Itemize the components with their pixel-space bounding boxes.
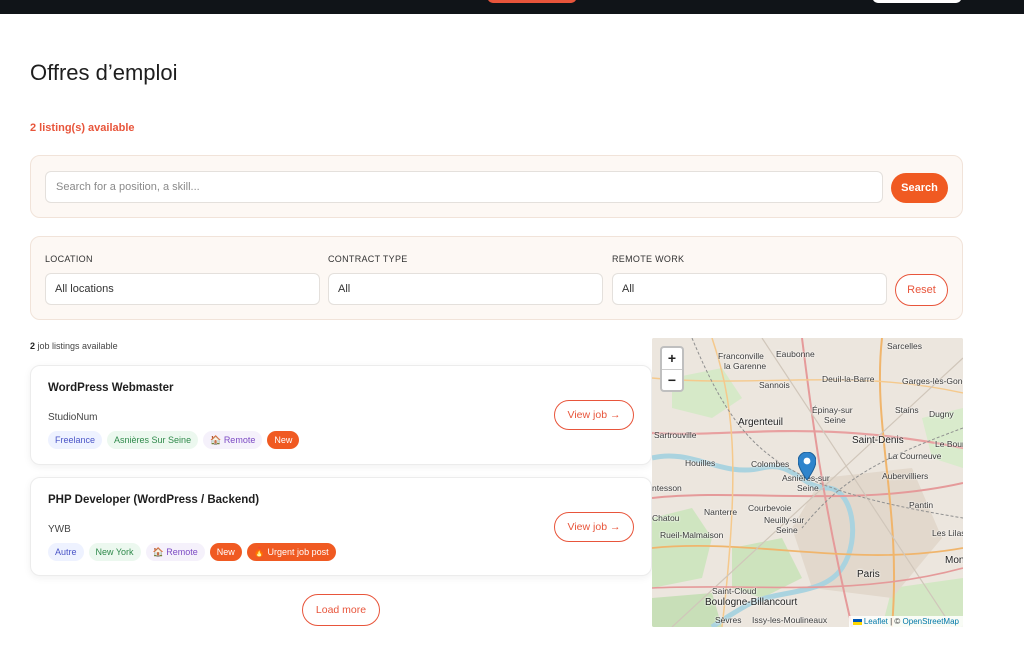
place-label: Dugny [929, 409, 954, 419]
place-label: Stains [895, 405, 919, 415]
job-count: 2 job listings available [30, 341, 118, 351]
remote-work-select[interactable]: All [612, 273, 887, 305]
place-label: ntesson [652, 483, 682, 493]
new-badge: New [267, 431, 300, 449]
remote-tag: 🏠 Remote [203, 431, 263, 449]
urgent-badge-label: Urgent job post [267, 547, 329, 557]
map-zoom-control: + − [660, 346, 684, 392]
top-navbar [0, 0, 1024, 14]
zoom-out-button[interactable]: − [662, 369, 682, 390]
remote-tag-label: Remote [223, 435, 256, 445]
load-more-button[interactable]: Load more [302, 594, 380, 626]
job-count-suffix: job listings available [37, 341, 118, 351]
search-panel: Search [30, 155, 963, 218]
map-marker-icon[interactable] [797, 451, 817, 485]
job-map[interactable]: Franconville la Garenne Eaubonne Sarcell… [652, 338, 963, 627]
place-label: Colombes [751, 459, 790, 469]
place-label: Boulogne-Billancourt [705, 597, 798, 608]
job-company: StudioNum [48, 412, 98, 423]
openstreetmap-link[interactable]: OpenStreetMap [903, 617, 959, 626]
place-label: Franconville [718, 351, 764, 361]
job-title[interactable]: WordPress Webmaster [48, 382, 173, 394]
place-label: Pantin [909, 500, 934, 510]
navbar-accent-button[interactable] [487, 0, 577, 3]
filter-panel: LOCATION All locations CONTRACT TYPE All… [30, 236, 963, 320]
listing-count: 2 listing(s) available [30, 122, 135, 134]
job-tags: Freelance Asnières Sur Seine 🏠 Remote Ne… [48, 431, 300, 449]
remote-tag: 🏠 Remote [145, 543, 205, 561]
place-label: Argenteuil [738, 417, 784, 428]
search-input[interactable] [45, 171, 883, 203]
contract-tag: Freelance [48, 431, 103, 449]
place-label: Garges-lès-Gonesse [902, 376, 963, 386]
place-label: Eaubonne [776, 349, 815, 359]
job-tags: Autre New York 🏠 Remote New 🔥 Urgent job… [48, 543, 336, 561]
contract-tag: Autre [48, 543, 84, 561]
job-title[interactable]: PHP Developer (WordPress / Backend) [48, 494, 259, 506]
place-label: Les Lilas [932, 528, 963, 538]
place-label: Rueil-Malmaison [660, 530, 724, 540]
place-label: Sartrouville [654, 430, 697, 440]
contract-type-filter-label: CONTRACT TYPE [328, 254, 408, 264]
place-label: Sarcelles [887, 341, 922, 351]
location-filter-label: LOCATION [45, 254, 93, 264]
reset-button[interactable]: Reset [895, 274, 948, 306]
place-label: Aubervilliers [882, 471, 929, 481]
leaflet-link[interactable]: Leaflet [864, 617, 888, 626]
remote-work-filter-label: REMOTE WORK [612, 254, 685, 264]
job-card[interactable]: WordPress Webmaster StudioNum Freelance … [30, 365, 652, 465]
house-icon: 🏠 [210, 435, 222, 445]
job-company: YWB [48, 524, 71, 535]
place-label: Paris [857, 569, 880, 580]
place-label: Nanterre [704, 507, 738, 517]
job-count-number: 2 [30, 341, 36, 351]
place-label: Sèvres [715, 615, 742, 625]
place-label: Deuil-la-Barre [822, 374, 875, 384]
job-card[interactable]: PHP Developer (WordPress / Backend) YWB … [30, 477, 652, 576]
place-label: La Courneuve [888, 451, 942, 461]
location-tag: New York [88, 543, 141, 561]
zoom-in-button[interactable]: + [662, 348, 682, 369]
place-label: Neuilly-sur [764, 515, 805, 525]
house-icon: 🏠 [152, 547, 164, 557]
place-label: Seine [776, 525, 798, 535]
place-label: Seine [824, 415, 846, 425]
attribution-separator: | © [887, 617, 903, 626]
place-label: Le Bourg [935, 439, 963, 449]
contract-type-select[interactable]: All [328, 273, 603, 305]
place-label: Courbevoie [748, 503, 792, 513]
ukraine-flag-icon [852, 618, 862, 625]
search-button[interactable]: Search [891, 173, 948, 203]
remote-tag-label: Remote [166, 547, 198, 557]
page-title: Offres d’emploi [30, 60, 178, 85]
place-label: Houilles [685, 458, 716, 468]
place-label: Chatou [652, 513, 680, 523]
fire-icon: 🔥 [253, 547, 266, 557]
location-tag: Asnières Sur Seine [107, 431, 199, 449]
place-label: Épinay-sur [812, 405, 853, 415]
new-badge: New [209, 543, 242, 561]
navbar-white-button[interactable] [872, 0, 962, 3]
urgent-badge: 🔥 Urgent job post [246, 543, 336, 561]
view-job-button[interactable]: View job → [554, 400, 634, 430]
map-attribution: Leaflet | © OpenStreetMap [848, 616, 963, 627]
place-label: Saint-Cloud [712, 586, 757, 596]
location-select[interactable]: All locations [45, 273, 320, 305]
place-label: la Garenne [724, 361, 767, 371]
place-label: Saint-Denis [852, 435, 904, 446]
place-label: Mon [945, 555, 963, 566]
view-job-button[interactable]: View job → [554, 512, 634, 542]
place-label: Issy-les-Moulineaux [752, 615, 828, 625]
place-label: Sannois [759, 380, 790, 390]
